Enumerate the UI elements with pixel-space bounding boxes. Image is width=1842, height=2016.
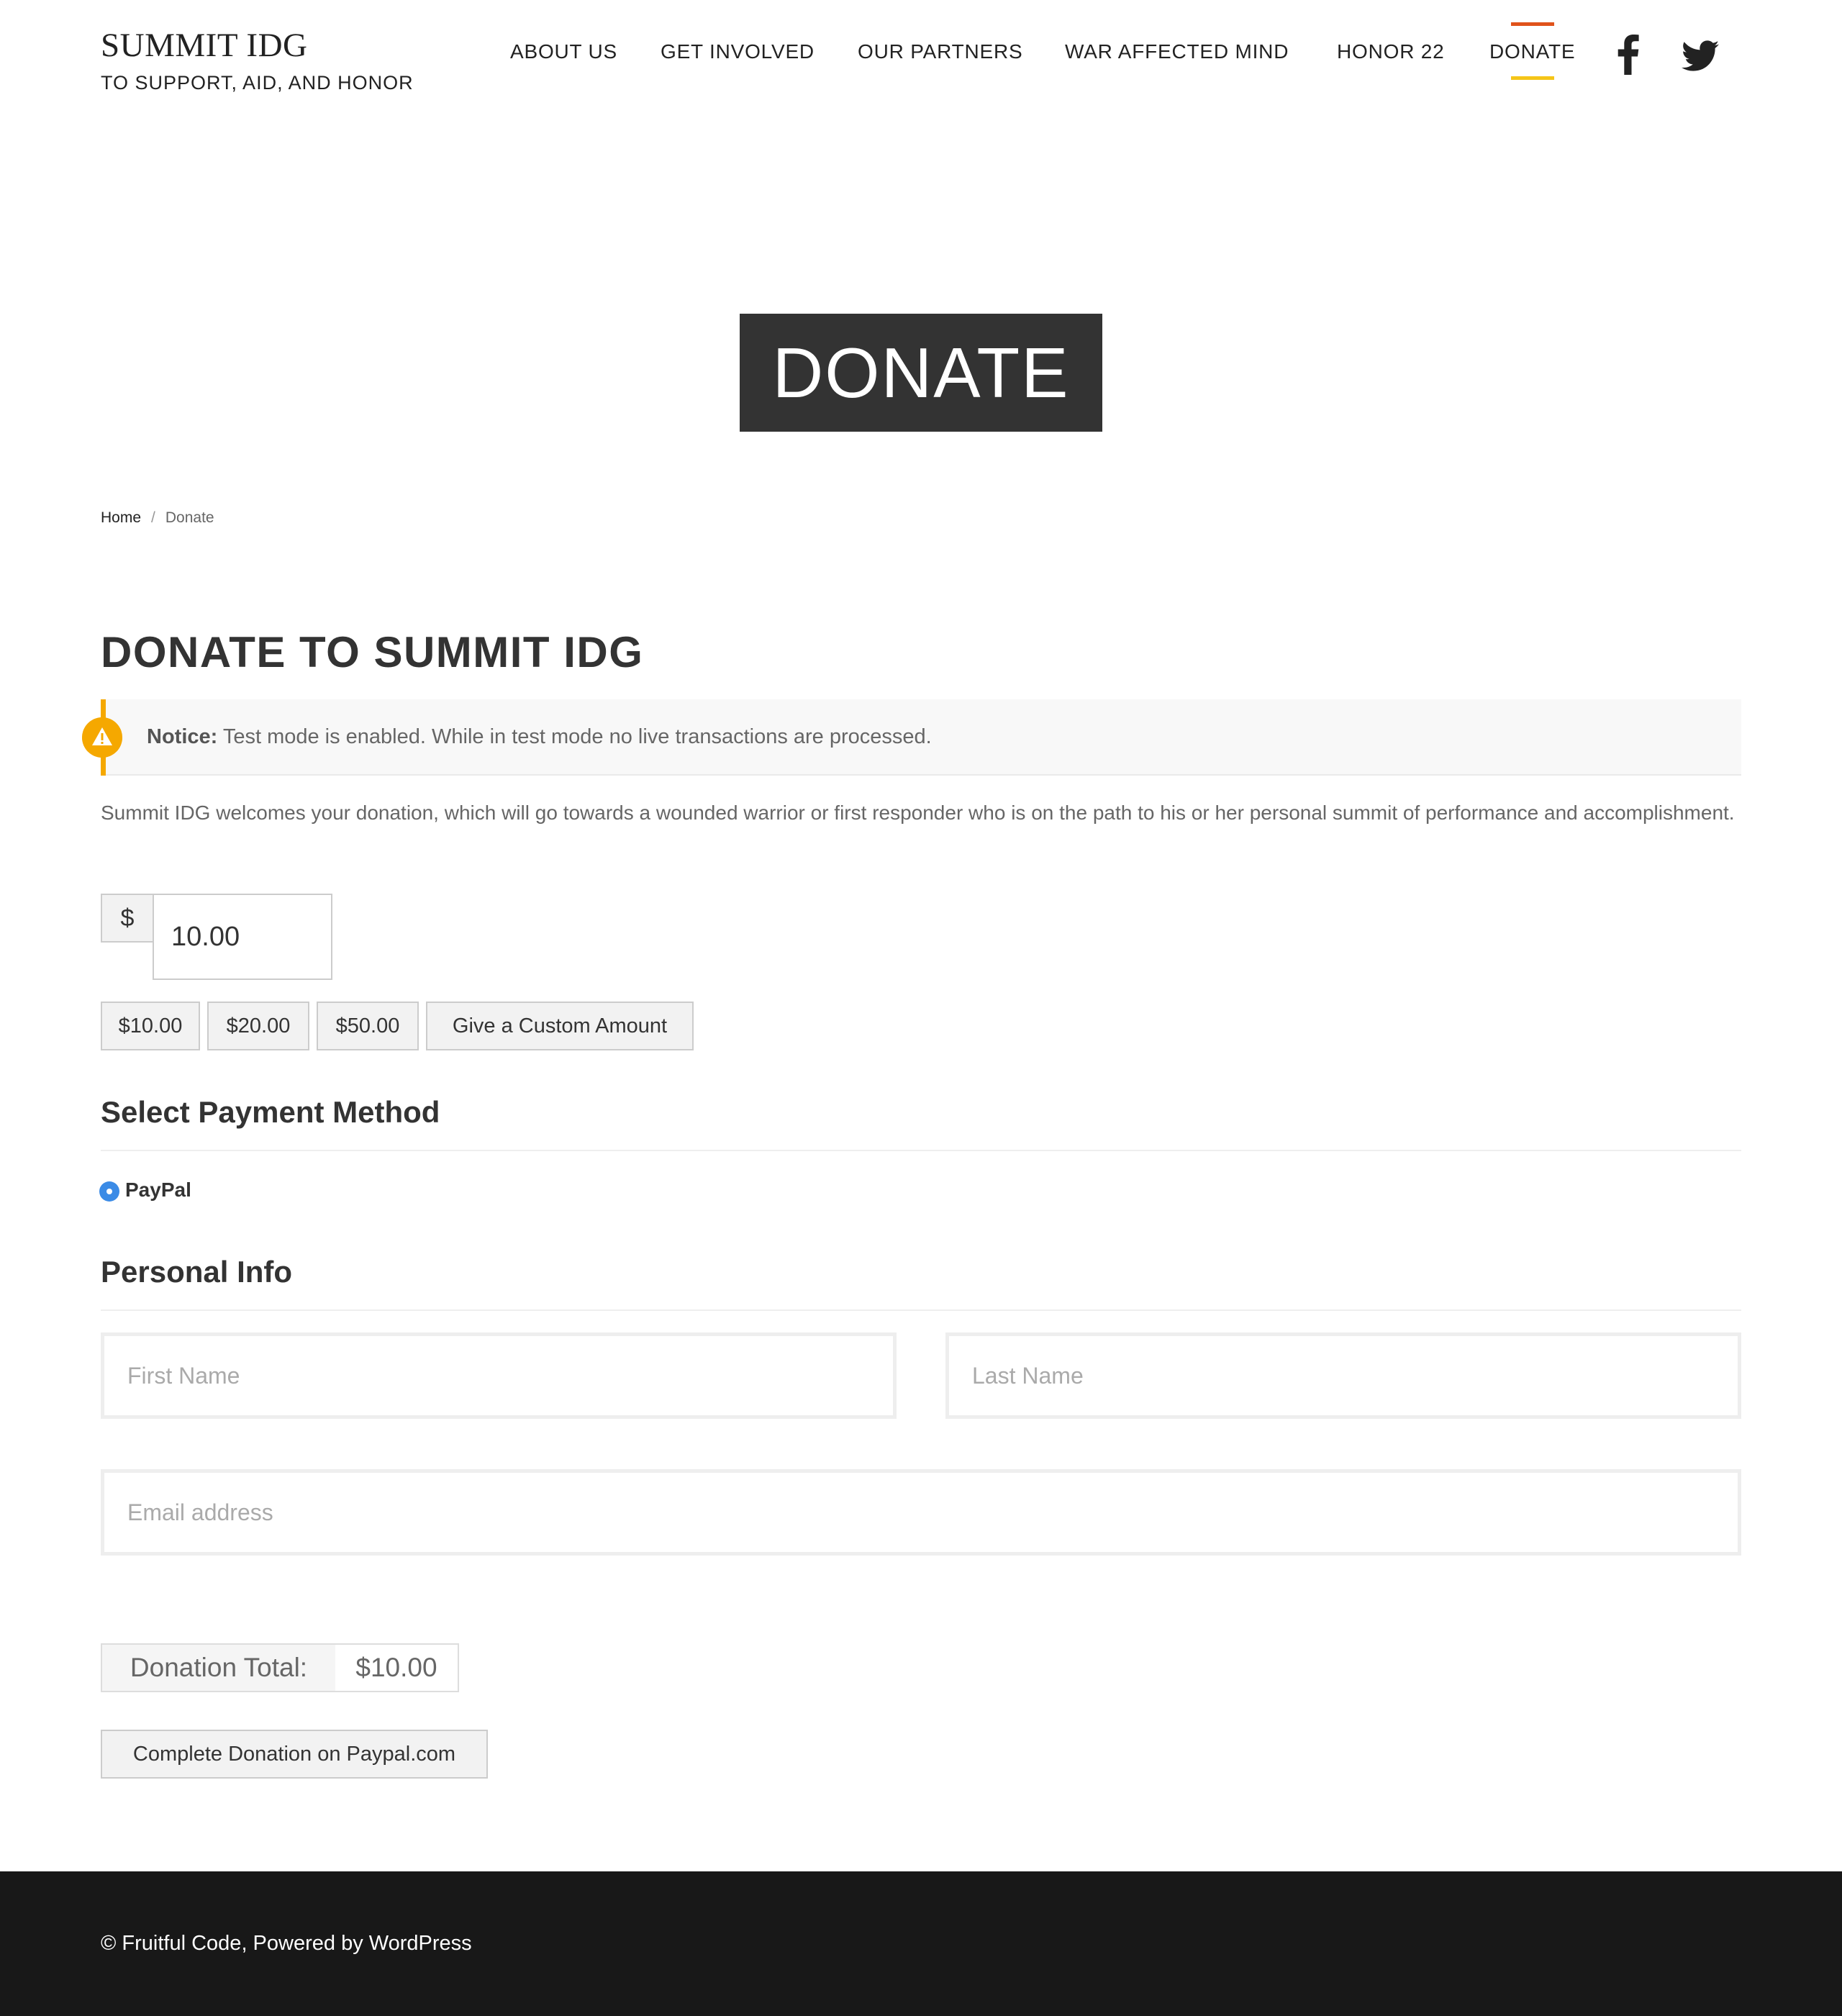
warning-icon (82, 717, 122, 758)
breadcrumb-current: Donate (165, 509, 214, 526)
active-indicator-top (1511, 22, 1554, 26)
level-button-20[interactable]: $20.00 (207, 1002, 309, 1050)
nav-get-involved[interactable]: GET INVOLVED (661, 40, 815, 63)
footer-credits[interactable]: © Fruitful Code, Powered by WordPress (101, 1932, 472, 1956)
level-button-50[interactable]: $50.00 (317, 1002, 419, 1050)
nav-war-affected-mind[interactable]: WAR AFFECTED MIND (1065, 40, 1289, 63)
payment-method-heading: Select Payment Method (101, 1095, 440, 1129)
notice-message: Test mode is enabled. While in test mode… (217, 725, 932, 748)
notice-text: Notice: Test mode is enabled. While in t… (147, 725, 932, 749)
custom-amount-button[interactable]: Give a Custom Amount (426, 1002, 694, 1050)
hero-title: DONATE (740, 314, 1102, 432)
level-button-10[interactable]: $10.00 (101, 1002, 200, 1050)
last-name-field[interactable]: Last Name (945, 1332, 1741, 1419)
site-tagline: TO SUPPORT, AID, AND HONOR (101, 72, 414, 94)
breadcrumb-separator: / (151, 509, 155, 526)
divider (101, 1309, 1741, 1311)
donation-total-label: Donation Total: (101, 1643, 337, 1692)
donation-intro: Summit IDG welcomes your donation, which… (101, 802, 1735, 824)
donation-amount-input[interactable]: 10.00 (153, 894, 332, 980)
first-name-field[interactable]: First Name (101, 1332, 897, 1419)
nav-about-us[interactable]: ABOUT US (510, 40, 617, 63)
site-header: SUMMIT IDG TO SUPPORT, AID, AND HONOR AB… (0, 0, 1842, 108)
currency-symbol: $ (101, 894, 154, 943)
personal-info-heading: Personal Info (101, 1255, 293, 1289)
paypal-radio[interactable] (99, 1181, 119, 1202)
site-title[interactable]: SUMMIT IDG (101, 26, 307, 65)
active-indicator-bottom (1511, 76, 1554, 80)
donation-total-value: $10.00 (335, 1643, 459, 1692)
nav-our-partners[interactable]: OUR PARTNERS (858, 40, 1023, 63)
radio-dot (106, 1189, 112, 1194)
nav-donate[interactable]: DONATE (1489, 22, 1576, 80)
twitter-icon[interactable] (1682, 40, 1719, 72)
complete-donation-button[interactable]: Complete Donation on Paypal.com (101, 1730, 488, 1779)
nav-honor-22[interactable]: HONOR 22 (1337, 40, 1445, 63)
facebook-icon[interactable] (1618, 35, 1639, 75)
breadcrumb: Home / Donate (101, 509, 214, 527)
notice-label: Notice: (147, 725, 218, 748)
test-mode-notice: Notice: Test mode is enabled. While in t… (82, 699, 1741, 776)
divider (101, 1150, 1741, 1151)
page-title: DONATE TO SUMMIT IDG (101, 628, 644, 676)
site-footer: © Fruitful Code, Powered by WordPress (0, 1871, 1842, 2016)
email-field[interactable]: Email address (101, 1469, 1741, 1556)
breadcrumb-home[interactable]: Home (101, 509, 141, 526)
paypal-label[interactable]: PayPal (125, 1179, 191, 1202)
nav-donate-label: DONATE (1489, 40, 1576, 63)
